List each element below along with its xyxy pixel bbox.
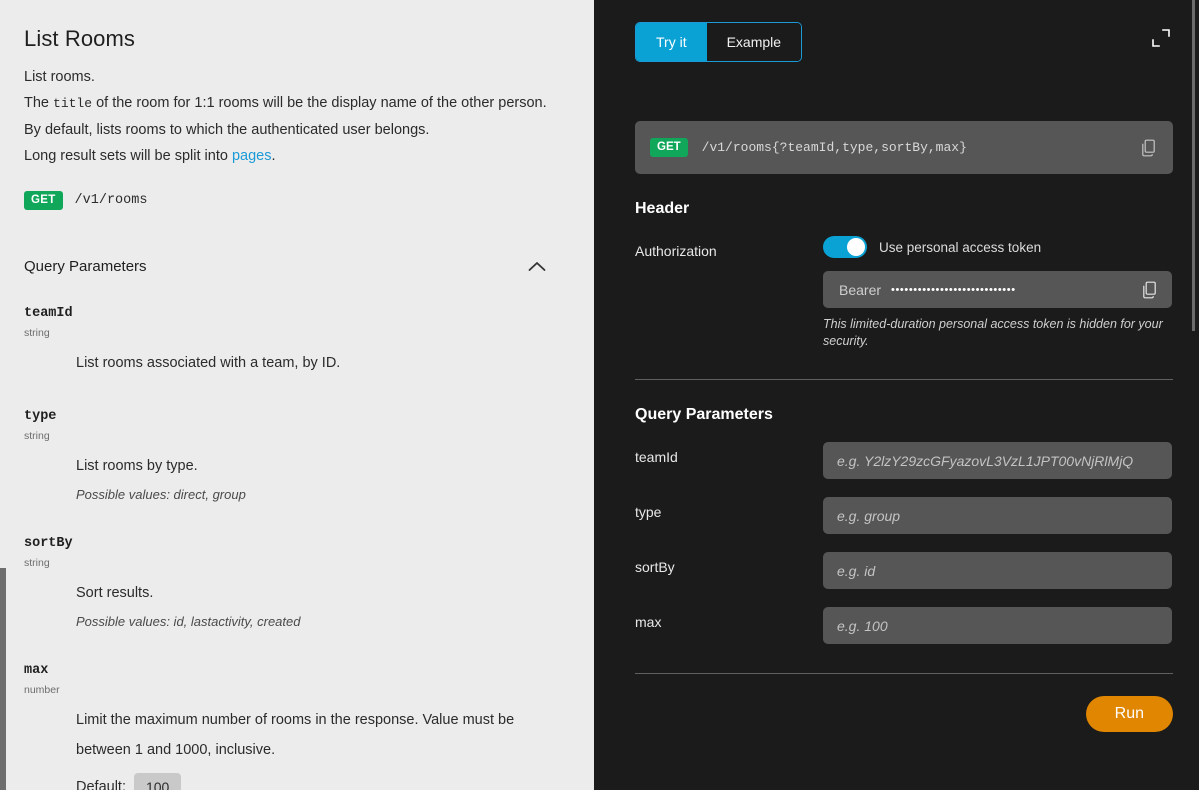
max-input[interactable] <box>823 607 1172 644</box>
query-parameters-section-title: Query Parameters <box>635 406 1173 424</box>
query-field-type-row: type <box>635 497 1173 534</box>
header-section-title: Header <box>635 200 1173 218</box>
query-field-label: max <box>635 607 823 632</box>
doc-scrollbar[interactable] <box>0 0 6 790</box>
query-parameters-section-header[interactable]: Query Parameters <box>24 258 570 275</box>
type-input[interactable] <box>823 497 1172 534</box>
param-name: type <box>24 408 570 426</box>
doc-paragraph-title-note: The title of the room for 1:1 rooms will… <box>24 92 570 115</box>
title-note-before: The <box>24 95 49 111</box>
method-badge-get: GET <box>650 138 688 157</box>
doc-endpoint: GET /v1/rooms <box>24 191 570 210</box>
title-code: title <box>53 96 92 111</box>
endpoint-url-bar: GET /v1/rooms{?teamId,type,sortBy,max} <box>635 121 1173 174</box>
documentation-panel: List Rooms List rooms. The title of the … <box>0 0 594 790</box>
param-type: string <box>24 556 570 570</box>
run-button-area: Run <box>635 696 1173 732</box>
section-divider <box>635 379 1173 380</box>
query-field-max-row: max <box>635 607 1173 644</box>
param-description: List rooms associated with a team, by ID… <box>76 348 536 378</box>
section-divider-bottom <box>635 673 1173 674</box>
endpoint-path: /v1/rooms <box>75 193 148 208</box>
param-possible-values: Possible values: direct, group <box>76 485 570 505</box>
teamid-input[interactable] <box>823 442 1172 479</box>
authorization-label: Authorization <box>635 236 823 261</box>
param-possible-values: Possible values: id, lastactivity, creat… <box>76 612 570 632</box>
tab-example[interactable]: Example <box>707 23 801 61</box>
pages-text-before: Long result sets will be split into <box>24 148 228 164</box>
masked-token-value: •••••••••••••••••••••••••••• <box>891 284 1142 296</box>
param-description: Limit the maximum number of rooms in the… <box>76 705 536 765</box>
endpoint-url-text: /v1/rooms{?teamId,type,sortBy,max} <box>702 140 1141 155</box>
query-field-sortby-row: sortBy <box>635 552 1173 589</box>
query-field-label: sortBy <box>635 552 823 577</box>
param-type: string <box>24 326 570 340</box>
use-token-label: Use personal access token <box>879 240 1041 255</box>
expand-icon[interactable] <box>1149 26 1173 50</box>
api-reference-page: List Rooms List rooms. The title of the … <box>0 0 1199 790</box>
param-name: sortBy <box>24 535 570 553</box>
param-default-value: 100 <box>134 773 181 790</box>
bearer-token-field[interactable]: Bearer •••••••••••••••••••••••••••• <box>823 271 1172 308</box>
run-button[interactable]: Run <box>1086 696 1173 732</box>
query-field-label: type <box>635 497 823 522</box>
pages-link[interactable]: pages <box>232 148 272 164</box>
copy-icon[interactable] <box>1142 281 1158 299</box>
title-note-after: of the room for 1:1 rooms will be the di… <box>96 95 547 111</box>
param-name: max <box>24 662 570 680</box>
doc-paragraph-intro: List rooms. <box>24 66 570 88</box>
chevron-up-icon[interactable] <box>528 261 546 272</box>
toggle-knob <box>847 238 865 256</box>
query-parameters-heading: Query Parameters <box>24 258 147 275</box>
doc-param-teamid: teamId string List rooms associated with… <box>24 305 570 378</box>
doc-param-type: type string List rooms by type. Possible… <box>24 408 570 505</box>
token-security-note: This limited-duration personal access to… <box>823 316 1173 350</box>
param-type: number <box>24 683 570 697</box>
param-default: Default: 100 <box>76 773 570 790</box>
try-it-toolbar: Try it Example <box>594 0 1199 84</box>
pages-text-after: . <box>271 148 275 164</box>
doc-paragraph-pages: Long result sets will be split into page… <box>24 145 570 167</box>
mode-tabs: Try it Example <box>635 22 802 62</box>
query-field-label: teamId <box>635 442 823 467</box>
param-description: Sort results. <box>76 578 536 608</box>
bearer-prefix-label: Bearer <box>839 282 881 298</box>
doc-param-max: max number Limit the maximum number of r… <box>24 662 570 790</box>
sortby-input[interactable] <box>823 552 1172 589</box>
try-it-panel: Try it Example GET /v1/rooms{?teamId,typ… <box>594 0 1199 790</box>
param-type: string <box>24 429 570 443</box>
param-description: List rooms by type. <box>76 451 536 481</box>
method-badge-get: GET <box>24 191 63 210</box>
use-personal-access-token-toggle[interactable] <box>823 236 867 258</box>
param-name: teamId <box>24 305 570 323</box>
doc-scrollbar-thumb[interactable] <box>0 568 6 790</box>
query-field-teamid-row: teamId <box>635 442 1173 479</box>
copy-icon[interactable] <box>1141 139 1157 157</box>
page-title: List Rooms <box>24 26 570 52</box>
authorization-row: Authorization Use personal access token … <box>635 236 1173 350</box>
doc-paragraph-default: By default, lists rooms to which the aut… <box>24 119 570 141</box>
use-token-toggle-row: Use personal access token <box>823 236 1173 258</box>
tab-try-it[interactable]: Try it <box>636 23 707 61</box>
doc-param-sortby: sortBy string Sort results. Possible val… <box>24 535 570 632</box>
param-default-label: Default: <box>76 779 126 790</box>
